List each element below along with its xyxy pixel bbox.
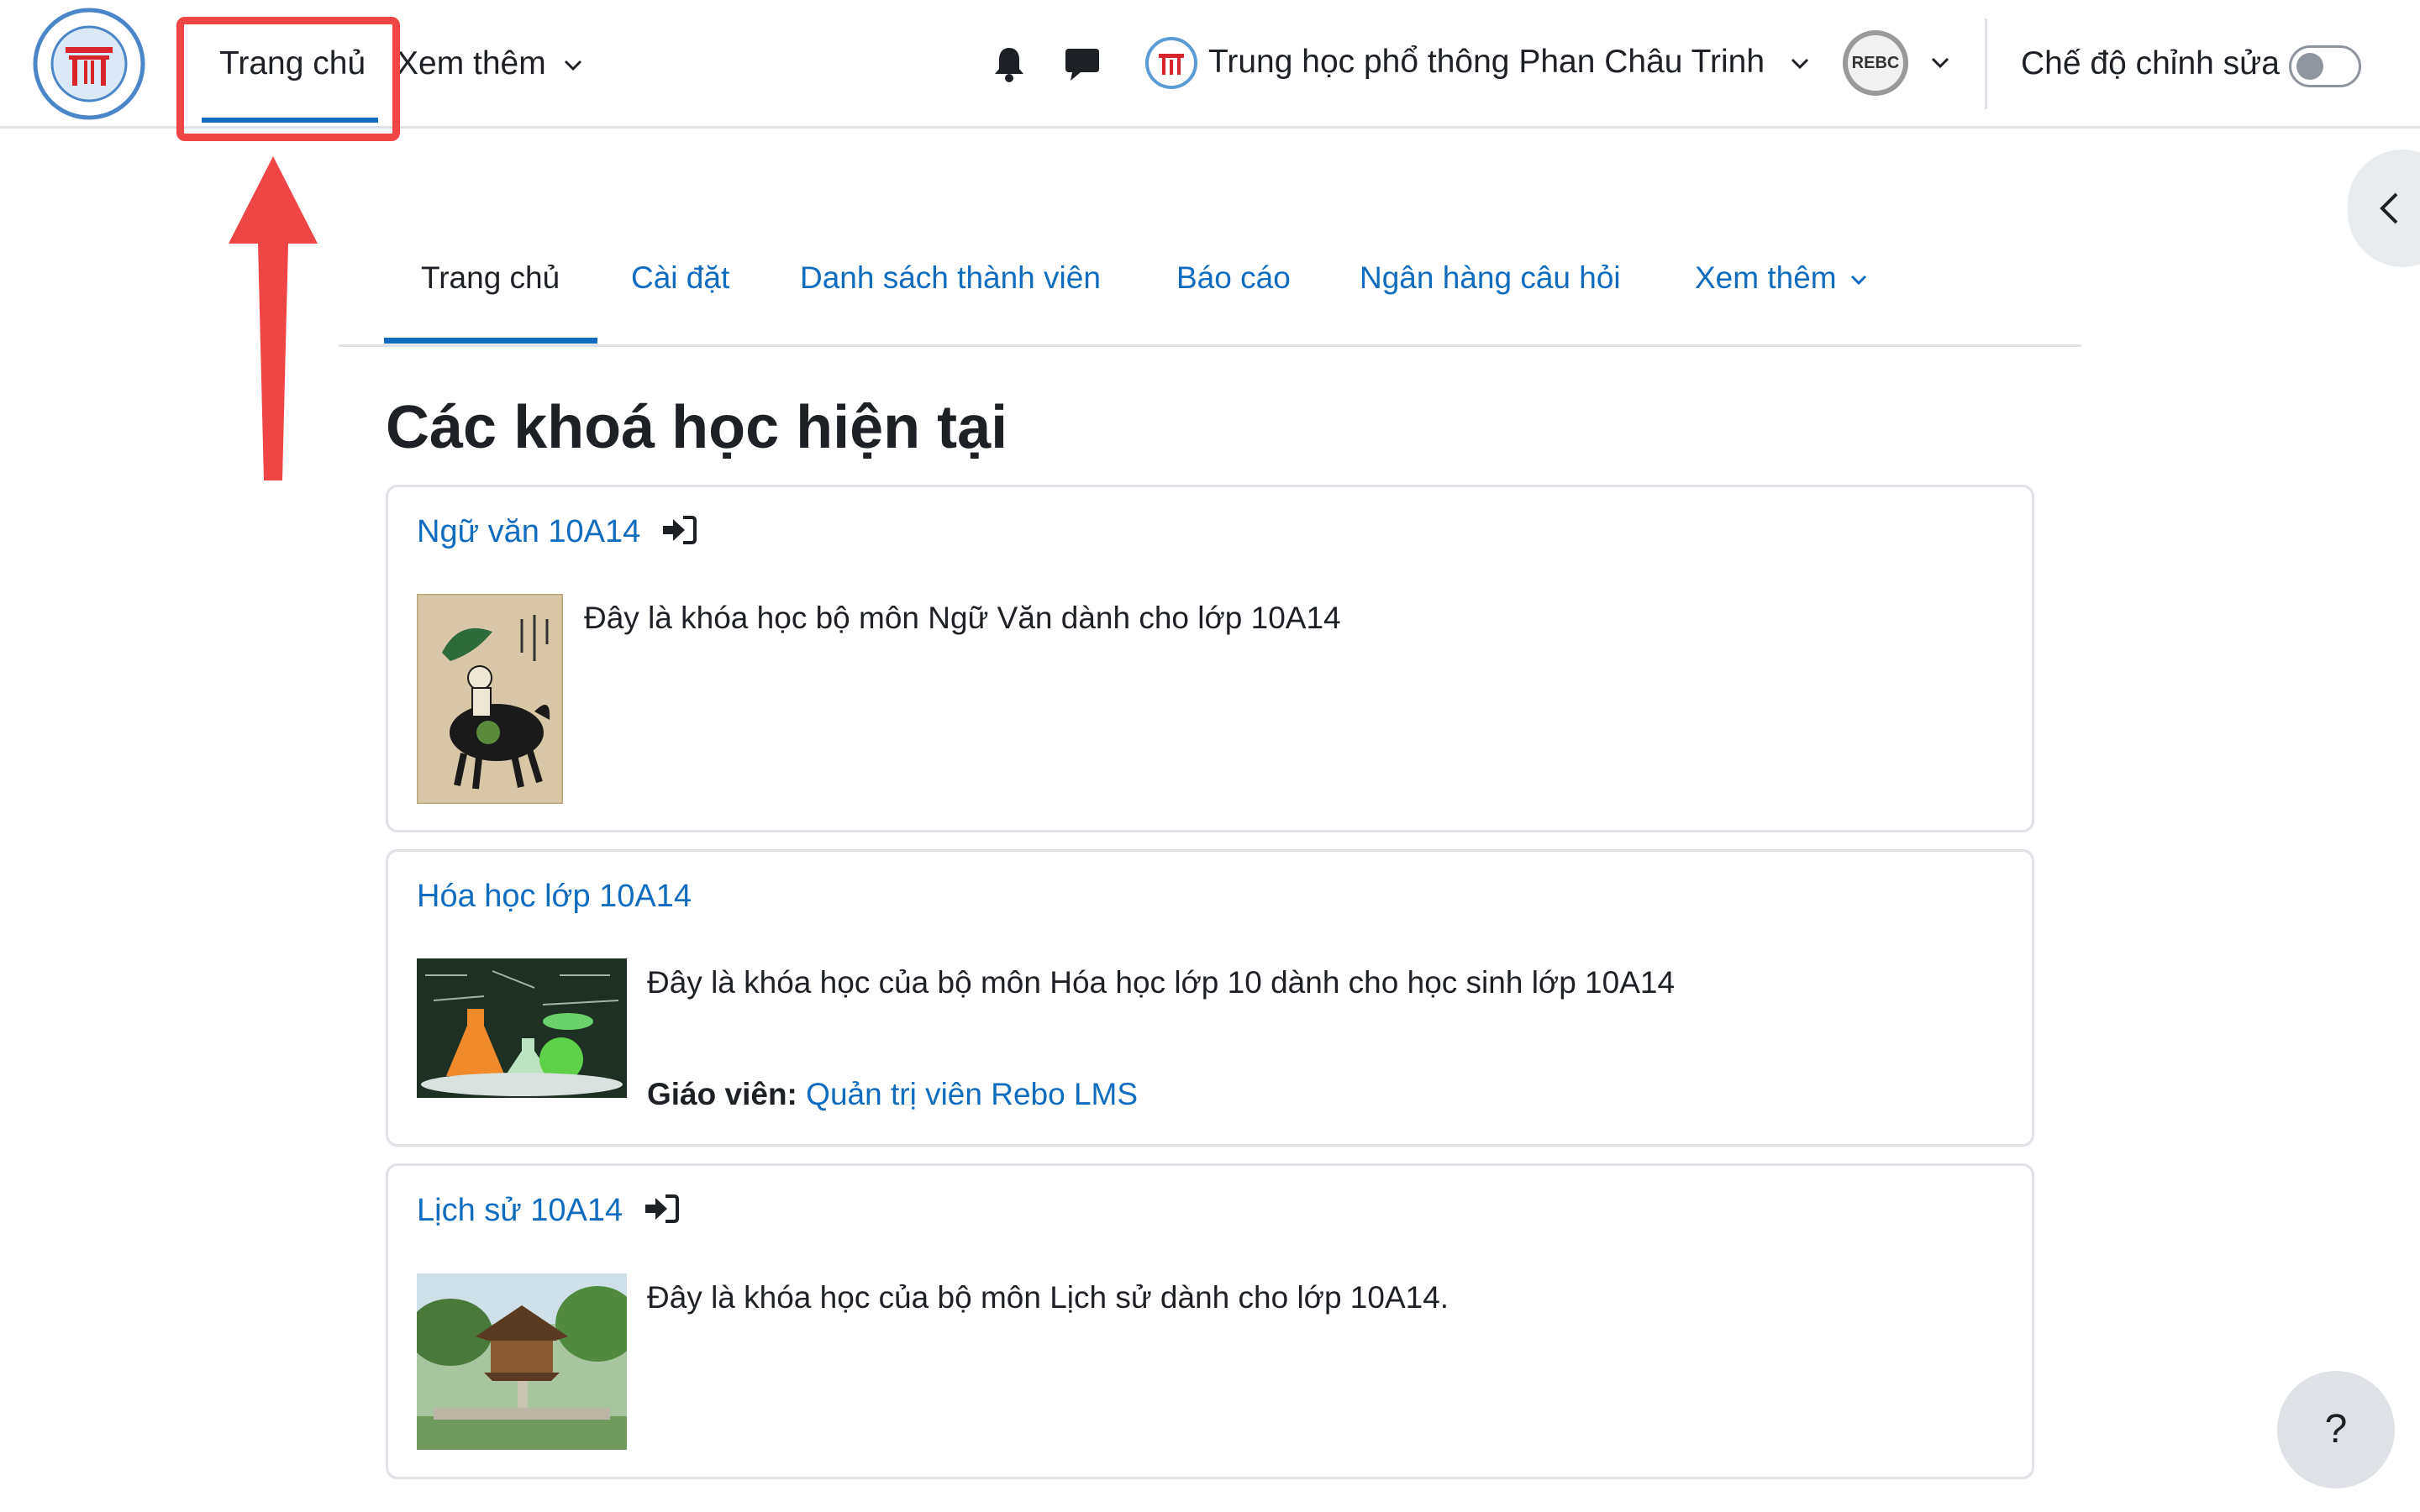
tab-home[interactable]: Trang chủ (421, 260, 560, 296)
highlight-box (176, 17, 400, 141)
course-summary: Đây là khóa học của bộ môn Lịch sử dành … (647, 1280, 1449, 1315)
site-logo-icon (1145, 37, 1197, 89)
teacher-label: Giáo viên: (647, 1077, 797, 1111)
toggle-knob (2296, 53, 2323, 80)
course-name: Lịch sử 10A14 (417, 1193, 623, 1228)
tab-question-bank[interactable]: Ngân hàng câu hỏi (1360, 260, 1621, 296)
course-card: Hóa học lớp 10A14 Đây là khóa học của bộ… (386, 849, 2034, 1147)
course-name-link[interactable]: Lịch sử 10A14 (417, 1193, 679, 1229)
red-arrow-up-icon (229, 156, 318, 480)
edit-mode-toggle[interactable] (2289, 45, 2361, 87)
course-image[interactable] (417, 958, 627, 1098)
bell-icon[interactable] (992, 45, 1027, 82)
page-title: Các khoá học hiện tại (386, 394, 1008, 461)
open-drawer-button[interactable] (2348, 150, 2420, 267)
nav-more-label: Xem thêm (397, 45, 546, 81)
chevron-down-icon (1850, 276, 1866, 286)
school-logo[interactable] (32, 7, 146, 121)
course-summary: Đây là khóa học bộ môn Ngữ Văn dành cho … (584, 601, 1341, 635)
edit-mode-label: Chế độ chỉnh sửa (2021, 45, 2280, 81)
sign-in-icon (644, 1194, 679, 1223)
chevron-left-icon (2380, 192, 2398, 224)
tab-reports[interactable]: Báo cáo (1176, 260, 1291, 296)
course-name-link[interactable]: Ngữ văn 10A14 (417, 514, 697, 550)
navbar-divider (1985, 18, 1987, 109)
course-name-link[interactable]: Hóa học lớp 10A14 (417, 879, 692, 915)
tab-active-indicator (384, 338, 597, 344)
course-image[interactable] (417, 594, 563, 804)
course-card: Ngữ văn 10A14 Đây là khóa học bộ môn Ngữ… (386, 485, 2034, 832)
teacher-name-link[interactable]: Quản trị viên Rebo LMS (806, 1077, 1138, 1111)
course-teacher: Giáo viên: Quản trị viên Rebo LMS (647, 1077, 1138, 1112)
sign-in-icon (662, 516, 697, 544)
course-image[interactable] (417, 1273, 627, 1450)
user-avatar[interactable]: REBC (1843, 30, 1908, 96)
tab-more-label: Xem thêm (1695, 260, 1837, 295)
nav-more[interactable]: Xem thêm (397, 45, 582, 82)
course-summary: Đây là khóa học của bộ môn Hóa học lớp 1… (647, 965, 1676, 1000)
course-card: Lịch sử 10A14 Đây là khóa học của bộ môn… (386, 1163, 2034, 1479)
secondary-navigation: Trang chủ Cài đặt Danh sách thành viên B… (339, 227, 2081, 347)
tab-more[interactable]: Xem thêm (1695, 260, 1867, 296)
chevron-down-icon[interactable] (1931, 57, 1949, 69)
site-name: Trung học phổ thông Phan Châu Trinh (1208, 44, 1765, 80)
tab-settings[interactable]: Cài đặt (631, 260, 729, 296)
chevron-down-icon (564, 60, 581, 71)
site-switcher[interactable]: Trung học phổ thông Phan Châu Trinh (1208, 44, 1809, 81)
chevron-down-icon (1791, 58, 1808, 69)
chat-icon[interactable] (1064, 47, 1101, 82)
tab-participants[interactable]: Danh sách thành viên (800, 260, 1101, 296)
course-name: Ngữ văn 10A14 (417, 514, 641, 549)
help-button[interactable]: ? (2277, 1371, 2395, 1488)
